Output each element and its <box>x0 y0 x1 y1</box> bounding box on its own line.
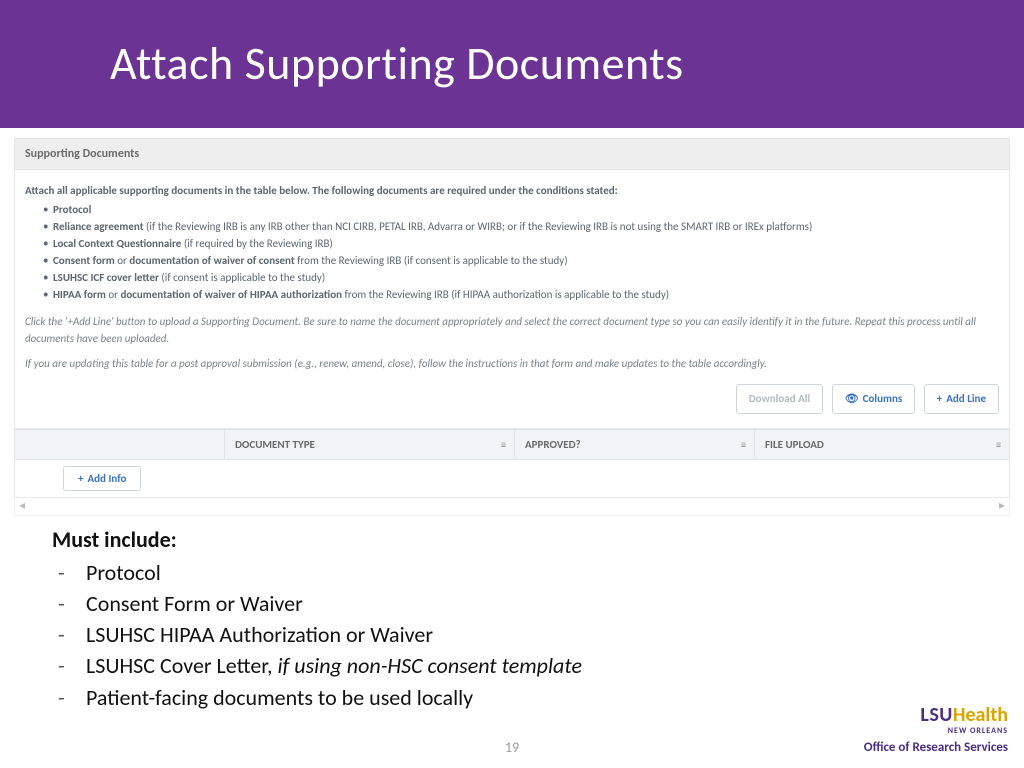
list-item: Consent Form or Waiver <box>52 588 1024 619</box>
doc-item-hipaa: HIPAA form or documentation of waiver of… <box>43 286 999 303</box>
panel-body: Attach all applicable supporting documen… <box>14 170 1010 429</box>
logo-office: Office of Research Services <box>864 741 1008 754</box>
col-blank <box>15 430 225 459</box>
table-header-row: DOCUMENT TYPE≡ APPROVED?≡ FILE UPLOAD≡ <box>14 429 1010 460</box>
instructions-intro: Attach all applicable supporting documen… <box>25 182 999 199</box>
doc-item-local-context: Local Context Questionnaire (if required… <box>43 235 999 252</box>
hint-add-line: Click the '+Add Line' button to upload a… <box>25 313 999 347</box>
slide-title-bar: Attach Supporting Documents <box>0 0 1024 128</box>
table-toolbar: Download All 👁Columns +Add Line <box>25 380 999 421</box>
table-row: +Add Info <box>14 460 1010 498</box>
filter-icon[interactable]: ≡ <box>741 438 746 451</box>
list-item: LSUHSC Cover Letter, if using non-HSC co… <box>52 650 1024 681</box>
col-file-upload[interactable]: FILE UPLOAD≡ <box>755 430 1009 459</box>
add-line-button[interactable]: +Add Line <box>924 384 999 413</box>
scroll-left-icon[interactable]: ◂ <box>19 498 25 513</box>
eye-icon: 👁 <box>845 392 859 405</box>
filter-icon[interactable]: ≡ <box>501 438 506 451</box>
col-document-type[interactable]: DOCUMENT TYPE≡ <box>225 430 515 459</box>
doc-item-protocol: Protocol <box>43 201 999 218</box>
notes-title: Must include: <box>52 524 1024 555</box>
required-docs-list: Protocol Reliance agreement (if the Revi… <box>25 201 999 303</box>
hint-post-approval: If you are updating this table for a pos… <box>25 355 999 372</box>
scroll-right-icon[interactable]: ▸ <box>999 498 1005 513</box>
app-frame: Supporting Documents Attach all applicab… <box>14 138 1010 516</box>
col-approved[interactable]: APPROVED?≡ <box>515 430 755 459</box>
documents-table: DOCUMENT TYPE≡ APPROVED?≡ FILE UPLOAD≡ +… <box>14 429 1010 516</box>
columns-button[interactable]: 👁Columns <box>832 384 916 413</box>
horizontal-scrollbar[interactable]: ◂ ▸ <box>14 498 1010 516</box>
add-info-button[interactable]: +Add Info <box>63 466 141 491</box>
logo-health: Health <box>953 703 1008 727</box>
presenter-notes: Must include: Protocol Consent Form or W… <box>0 516 1024 713</box>
doc-item-cover-letter: LSUHSC ICF cover letter (if consent is a… <box>43 269 999 286</box>
plus-icon: + <box>78 472 83 485</box>
list-item: Protocol <box>52 557 1024 588</box>
list-item: LSUHSC HIPAA Authorization or Waiver <box>52 619 1024 650</box>
logo-lsu: LSU <box>920 703 952 727</box>
panel-header: Supporting Documents <box>14 138 1010 170</box>
lsu-health-logo: LSUHealth NEW ORLEANS Office of Research… <box>864 705 1008 754</box>
slide-title: Attach Supporting Documents <box>110 36 684 92</box>
logo-subtitle: NEW ORLEANS <box>864 727 1008 735</box>
plus-icon: + <box>937 392 942 405</box>
doc-item-consent: Consent form or documentation of waiver … <box>43 252 999 269</box>
filter-icon[interactable]: ≡ <box>996 438 1001 451</box>
doc-item-reliance: Reliance agreement (if the Reviewing IRB… <box>43 218 999 235</box>
download-all-button[interactable]: Download All <box>736 384 823 413</box>
notes-list: Protocol Consent Form or Waiver LSUHSC H… <box>52 557 1024 713</box>
